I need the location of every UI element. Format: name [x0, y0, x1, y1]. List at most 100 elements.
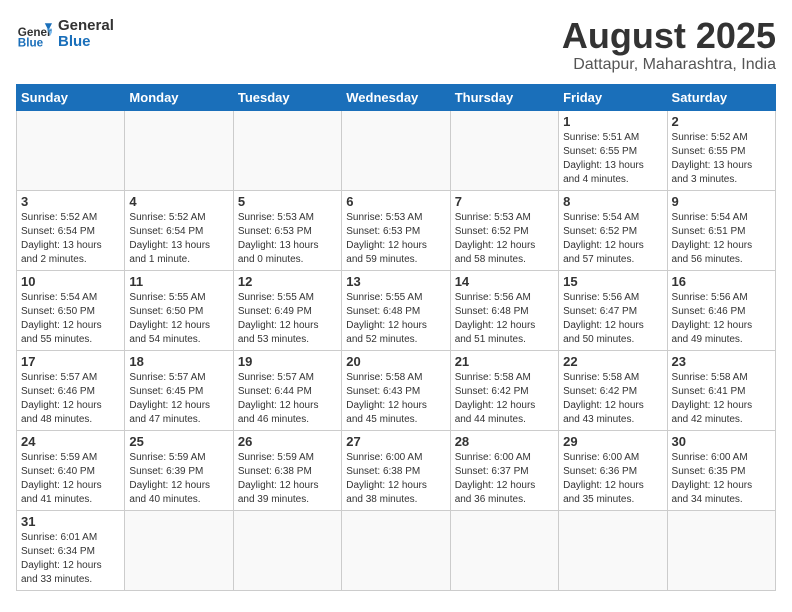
day-info: Sunrise: 5:52 AM Sunset: 6:55 PM Dayligh… — [672, 131, 771, 187]
calendar-cell: 10 Sunrise: 5:54 AM Sunset: 6:50 PM Dayli… — [17, 270, 125, 350]
day-info: Sunrise: 5:52 AM Sunset: 6:54 PM Dayligh… — [129, 211, 228, 267]
calendar-week-row: 31 Sunrise: 6:01 AM Sunset: 6:34 PM Dayli… — [17, 510, 776, 590]
day-number: 6 — [346, 194, 445, 209]
calendar-header-row: SundayMondayTuesdayWednesdayThursdayFrid… — [17, 84, 776, 110]
day-number: 17 — [21, 354, 120, 369]
calendar-cell: 4 Sunrise: 5:52 AM Sunset: 6:54 PM Daylig… — [125, 190, 233, 270]
day-info: Sunrise: 5:52 AM Sunset: 6:54 PM Dayligh… — [21, 211, 120, 267]
day-number: 12 — [238, 274, 337, 289]
day-info: Sunrise: 6:00 AM Sunset: 6:37 PM Dayligh… — [455, 451, 554, 507]
day-info: Sunrise: 5:53 AM Sunset: 6:53 PM Dayligh… — [346, 211, 445, 267]
day-number: 10 — [21, 274, 120, 289]
day-number: 16 — [672, 274, 771, 289]
month-title: August 2025 — [562, 16, 776, 56]
calendar-cell: 29 Sunrise: 6:00 AM Sunset: 6:36 PM Dayli… — [559, 430, 667, 510]
day-number: 8 — [563, 194, 662, 209]
day-number: 25 — [129, 434, 228, 449]
col-header-friday: Friday — [559, 84, 667, 110]
calendar-cell: 8Sunrise: 5:54 AM Sunset: 6:52 PM Daylig… — [559, 190, 667, 270]
page-header: General Blue General Blue August 2025 Da… — [16, 16, 776, 74]
day-info: Sunrise: 5:58 AM Sunset: 6:42 PM Dayligh… — [563, 371, 662, 427]
calendar-table: SundayMondayTuesdayWednesdayThursdayFrid… — [16, 84, 776, 591]
calendar-week-row: 17 Sunrise: 5:57 AM Sunset: 6:46 PM Dayli… — [17, 350, 776, 430]
day-info: Sunrise: 5:57 AM Sunset: 6:45 PM Dayligh… — [129, 371, 228, 427]
calendar-cell: 31 Sunrise: 6:01 AM Sunset: 6:34 PM Dayli… — [17, 510, 125, 590]
calendar-cell: 23 Sunrise: 5:58 AM Sunset: 6:41 PM Dayli… — [667, 350, 775, 430]
calendar-cell: 16Sunrise: 5:56 AM Sunset: 6:46 PM Dayli… — [667, 270, 775, 350]
day-number: 24 — [21, 434, 120, 449]
calendar-cell: 18 Sunrise: 5:57 AM Sunset: 6:45 PM Dayli… — [125, 350, 233, 430]
day-number: 27 — [346, 434, 445, 449]
day-info: Sunrise: 6:00 AM Sunset: 6:35 PM Dayligh… — [672, 451, 771, 507]
day-number: 28 — [455, 434, 554, 449]
logo-blue: Blue — [58, 34, 114, 51]
day-info: Sunrise: 5:54 AM Sunset: 6:50 PM Dayligh… — [21, 291, 120, 347]
logo-icon: General Blue — [16, 16, 52, 52]
calendar-cell: 20 Sunrise: 5:58 AM Sunset: 6:43 PM Dayli… — [342, 350, 450, 430]
calendar-cell — [450, 110, 558, 190]
calendar-cell: 11Sunrise: 5:55 AM Sunset: 6:50 PM Dayli… — [125, 270, 233, 350]
day-info: Sunrise: 5:56 AM Sunset: 6:47 PM Dayligh… — [563, 291, 662, 347]
calendar-cell: 1Sunrise: 5:51 AM Sunset: 6:55 PM Daylig… — [559, 110, 667, 190]
calendar-cell: 22 Sunrise: 5:58 AM Sunset: 6:42 PM Dayli… — [559, 350, 667, 430]
calendar-cell: 7Sunrise: 5:53 AM Sunset: 6:52 PM Daylig… — [450, 190, 558, 270]
title-block: August 2025 Dattapur, Maharashtra, India — [562, 16, 776, 74]
day-info: Sunrise: 5:51 AM Sunset: 6:55 PM Dayligh… — [563, 131, 662, 187]
day-info: Sunrise: 5:56 AM Sunset: 6:48 PM Dayligh… — [455, 291, 554, 347]
day-number: 9 — [672, 194, 771, 209]
calendar-cell — [233, 110, 341, 190]
day-number: 22 — [563, 354, 662, 369]
calendar-cell: 13Sunrise: 5:55 AM Sunset: 6:48 PM Dayli… — [342, 270, 450, 350]
day-info: Sunrise: 6:00 AM Sunset: 6:38 PM Dayligh… — [346, 451, 445, 507]
calendar-cell: 15Sunrise: 5:56 AM Sunset: 6:47 PM Dayli… — [559, 270, 667, 350]
day-info: Sunrise: 5:58 AM Sunset: 6:43 PM Dayligh… — [346, 371, 445, 427]
day-number: 21 — [455, 354, 554, 369]
calendar-cell: 30 Sunrise: 6:00 AM Sunset: 6:35 PM Dayli… — [667, 430, 775, 510]
col-header-sunday: Sunday — [17, 84, 125, 110]
day-info: Sunrise: 6:00 AM Sunset: 6:36 PM Dayligh… — [563, 451, 662, 507]
calendar-cell — [559, 510, 667, 590]
day-number: 2 — [672, 114, 771, 129]
calendar-cell: 9 Sunrise: 5:54 AM Sunset: 6:51 PM Daylig… — [667, 190, 775, 270]
day-number: 11 — [129, 274, 228, 289]
day-info: Sunrise: 5:54 AM Sunset: 6:51 PM Dayligh… — [672, 211, 771, 267]
day-info: Sunrise: 5:55 AM Sunset: 6:48 PM Dayligh… — [346, 291, 445, 347]
calendar-cell: 6 Sunrise: 5:53 AM Sunset: 6:53 PM Daylig… — [342, 190, 450, 270]
day-number: 30 — [672, 434, 771, 449]
day-info: Sunrise: 6:01 AM Sunset: 6:34 PM Dayligh… — [21, 531, 120, 587]
svg-text:Blue: Blue — [18, 37, 44, 50]
calendar-cell: 12 Sunrise: 5:55 AM Sunset: 6:49 PM Dayli… — [233, 270, 341, 350]
day-number: 5 — [238, 194, 337, 209]
calendar-cell: 27 Sunrise: 6:00 AM Sunset: 6:38 PM Dayli… — [342, 430, 450, 510]
day-number: 18 — [129, 354, 228, 369]
day-info: Sunrise: 5:57 AM Sunset: 6:46 PM Dayligh… — [21, 371, 120, 427]
calendar-cell — [233, 510, 341, 590]
day-number: 20 — [346, 354, 445, 369]
day-info: Sunrise: 5:55 AM Sunset: 6:49 PM Dayligh… — [238, 291, 337, 347]
calendar-cell: 19Sunrise: 5:57 AM Sunset: 6:44 PM Dayli… — [233, 350, 341, 430]
day-info: Sunrise: 5:58 AM Sunset: 6:41 PM Dayligh… — [672, 371, 771, 427]
day-number: 23 — [672, 354, 771, 369]
calendar-cell — [125, 110, 233, 190]
calendar-cell: 21Sunrise: 5:58 AM Sunset: 6:42 PM Dayli… — [450, 350, 558, 430]
logo-general: General — [58, 18, 114, 35]
day-number: 3 — [21, 194, 120, 209]
col-header-thursday: Thursday — [450, 84, 558, 110]
calendar-cell — [450, 510, 558, 590]
day-info: Sunrise: 5:53 AM Sunset: 6:52 PM Dayligh… — [455, 211, 554, 267]
calendar-cell — [125, 510, 233, 590]
day-info: Sunrise: 5:59 AM Sunset: 6:40 PM Dayligh… — [21, 451, 120, 507]
day-number: 31 — [21, 514, 120, 529]
day-number: 4 — [129, 194, 228, 209]
day-number: 26 — [238, 434, 337, 449]
day-info: Sunrise: 5:59 AM Sunset: 6:39 PM Dayligh… — [129, 451, 228, 507]
calendar-cell — [342, 510, 450, 590]
day-number: 14 — [455, 274, 554, 289]
col-header-wednesday: Wednesday — [342, 84, 450, 110]
calendar-cell: 3 Sunrise: 5:52 AM Sunset: 6:54 PM Daylig… — [17, 190, 125, 270]
col-header-monday: Monday — [125, 84, 233, 110]
day-info: Sunrise: 5:59 AM Sunset: 6:38 PM Dayligh… — [238, 451, 337, 507]
calendar-cell — [342, 110, 450, 190]
day-number: 29 — [563, 434, 662, 449]
col-header-tuesday: Tuesday — [233, 84, 341, 110]
